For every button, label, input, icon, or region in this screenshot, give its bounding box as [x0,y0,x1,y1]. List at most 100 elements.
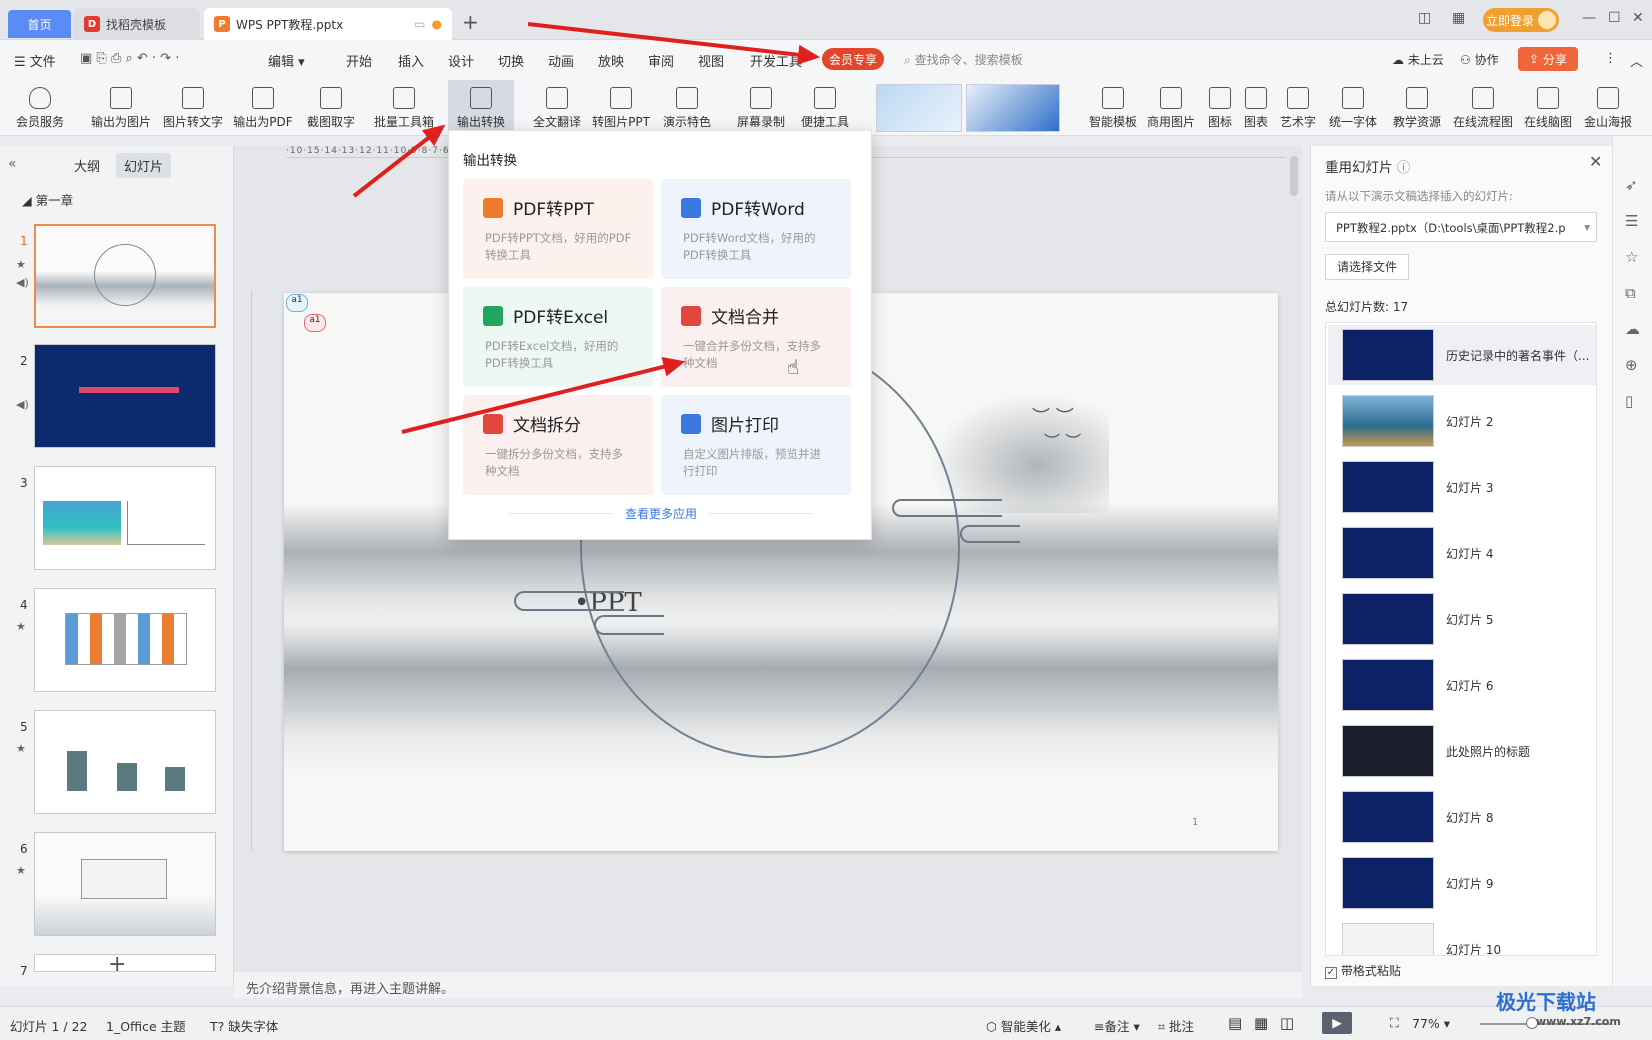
slide-thumbnail[interactable] [34,832,216,936]
tab-slides[interactable]: 幻灯片 [116,153,172,178]
menu-tab-transition[interactable]: 切换 [498,51,524,70]
list-item[interactable]: 幻灯片 4 [1328,523,1590,583]
collapse-ribbon-icon[interactable]: ︿ [1630,51,1643,70]
comment-marker[interactable]: a1 [286,294,308,312]
new-tab-icon[interactable]: + [462,10,479,34]
more-apps-link[interactable]: 查看更多应用 [449,505,873,522]
scrollbar-thumb[interactable] [1290,156,1298,196]
card-pdf-to-ppt[interactable]: PDF转PPT PDF转PPT文档，好用的PDF转换工具 [463,179,653,279]
list-item[interactable]: 此处照片的标题 [1328,721,1590,781]
collapse-panel-icon[interactable]: « [8,156,17,172]
template-preview-1[interactable] [876,84,962,132]
ribbon-unify-font[interactable]: 统一字体 [1322,80,1384,136]
file-select-dropdown[interactable]: PPT教程2.pptx（D:\tools\桌面\PPT教程2.p ▾ [1325,212,1597,242]
list-item[interactable]: 幻灯片 8 [1328,787,1590,847]
comment-marker[interactable]: a1 [304,314,326,332]
grid-icon[interactable]: ▦ [1452,10,1465,26]
copy-icon[interactable]: ⧉ [1625,284,1636,302]
quick-access-icons[interactable]: ▣ ⎘ ⎙ ⌕ ↶ · ↷ · [80,51,179,66]
normal-view-icon[interactable]: ▤ [1228,1014,1242,1032]
sliders-icon[interactable]: ☰ [1625,212,1638,230]
keep-format-checkbox[interactable]: ✓ 带格式粘贴 [1325,962,1401,979]
file-menu[interactable]: ☰ 文件 [14,51,56,70]
list-item[interactable]: 幻灯片 6 [1328,655,1590,715]
play-slideshow-icon[interactable]: ▶ [1322,1012,1352,1034]
share-button[interactable]: ⇪ 分享 [1518,47,1578,71]
ribbon-to-image-ppt[interactable]: 转图片PPT [590,80,652,136]
missing-fonts[interactable]: T? 缺失字体 [210,1016,278,1035]
menu-tab-review[interactable]: 审阅 [648,51,674,70]
menu-tab-design[interactable]: 设计 [448,51,474,70]
maximize-icon[interactable]: ☐ [1608,10,1621,26]
comment-toggle[interactable]: ⌗ 批注 [1158,1016,1194,1035]
cloud-status[interactable]: ☁ 未上云 [1392,51,1444,68]
tab-document[interactable]: P WPS PPT教程.pptx ▭ ● [204,8,452,40]
ribbon-output-convert[interactable]: 输出转换 [448,80,514,136]
ribbon-icons[interactable]: 图标 [1200,80,1240,136]
menu-tab-animation[interactable]: 动画 [548,51,574,70]
login-button[interactable]: 立即登录 [1483,8,1559,32]
chapter-section[interactable]: ◢ 第一章 [22,190,73,209]
ribbon-presentation-features[interactable]: 演示特色 [656,80,718,136]
ribbon-image-to-text[interactable]: 图片转文字 [160,80,226,136]
ribbon-stock-images[interactable]: 商用图片 [1144,80,1198,136]
cloud-icon[interactable]: ☁ [1625,320,1640,338]
ribbon-chart[interactable]: 图表 [1236,80,1276,136]
tab-template[interactable]: D 找稻壳模板 [74,8,200,40]
compass-icon[interactable]: ⊕ [1625,356,1638,374]
ribbon-screen-record[interactable]: 屏幕录制 [730,80,792,136]
ribbon-mindmap[interactable]: 在线脑图 [1520,80,1576,136]
fit-window-icon[interactable]: ⛶ [1390,1015,1399,1031]
ribbon-screenshot-text[interactable]: 截图取字 [300,80,362,136]
notes-toggle[interactable]: ≡备注 ▾ [1094,1016,1140,1035]
ribbon-poster[interactable]: 金山海报 [1580,80,1636,136]
close-panel-icon[interactable]: ✕ [1589,152,1602,171]
ribbon-export-image[interactable]: 输出为图片 [88,80,154,136]
menu-tab-start[interactable]: 开始 [346,51,372,70]
grid-view-icon[interactable]: ▦ [1254,1014,1268,1032]
speaker-notes[interactable]: 先介绍背景信息，再进入主题讲解。 [234,972,1302,998]
card-pdf-to-excel[interactable]: PDF转Excel PDF转Excel文档，好用的PDF转换工具 [463,287,653,387]
list-item[interactable]: 幻灯片 3 [1328,457,1590,517]
list-item[interactable]: 历史记录中的著名事件（... [1328,325,1596,385]
rocket-icon[interactable]: ➶ [1625,176,1638,194]
ribbon-translate[interactable]: 全文翻译 [526,80,588,136]
slide-thumbnail[interactable] [34,710,216,814]
ribbon-quick-tools[interactable]: 便捷工具 [794,80,856,136]
slide-thumbnail[interactable] [34,466,216,570]
theme-name[interactable]: 1_Office 主题 [106,1016,186,1035]
ribbon-export-pdf[interactable]: 输出为PDF [230,80,296,136]
monitor-icon[interactable]: ▭ [414,17,425,31]
close-window-icon[interactable]: ✕ [1632,10,1644,26]
smart-beautify-button[interactable]: ⬡ 智能美化 ▴ [986,1016,1061,1035]
menu-tab-slideshow[interactable]: 放映 [598,51,624,70]
list-item[interactable]: 幻灯片 2 [1328,391,1590,451]
card-pdf-to-word[interactable]: PDF转Word PDF转Word文档，好用的PDF转换工具 [661,179,851,279]
ribbon-smart-template[interactable]: 智能模板 [1086,80,1140,136]
list-item[interactable]: 幻灯片 9 [1328,853,1590,913]
ribbon-teaching-resources[interactable]: 教学资源 [1388,80,1446,136]
zoom-level[interactable]: 77% ▾ [1412,1016,1450,1031]
vip-button[interactable]: 会员专享 [822,48,884,70]
collab-button[interactable]: ⚇ 协作 [1460,51,1499,68]
ribbon-flowchart[interactable]: 在线流程图 [1450,80,1516,136]
list-item[interactable]: 幻灯片 10 [1328,919,1590,955]
tab-outline[interactable]: 大纲 [74,156,100,175]
minimize-icon[interactable]: — [1582,10,1596,26]
ribbon-vip-service[interactable]: 会员服务 [8,80,72,136]
help-icon[interactable]: ⓘ [1397,160,1411,176]
book-icon[interactable]: ▯ [1625,392,1633,410]
menu-tab-view[interactable]: 视图 [698,51,724,70]
slide-thumbnail[interactable] [34,588,216,692]
layout-icon[interactable]: ◫ [1418,10,1431,26]
list-item[interactable]: 幻灯片 5 [1328,589,1590,649]
reading-view-icon[interactable]: ◫ [1280,1014,1294,1032]
more-icon[interactable]: ⋮ [1604,51,1617,66]
menu-tab-insert[interactable]: 插入 [398,51,424,70]
slide-thumbnail[interactable] [34,344,216,448]
tab-home[interactable]: 首页 [8,10,71,38]
edit-menu[interactable]: 编辑 ▾ [268,51,305,70]
add-slide-icon[interactable]: + [108,952,126,977]
slide-thumbnail[interactable] [34,224,216,328]
star-outline-icon[interactable]: ☆ [1625,248,1638,266]
